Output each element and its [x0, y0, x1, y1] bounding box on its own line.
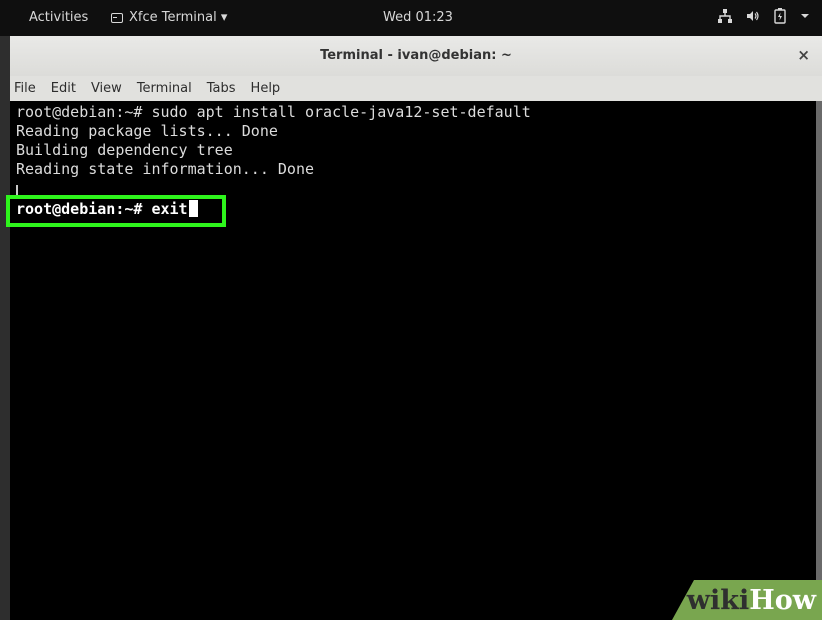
terminal-output[interactable]: root@debian:~# sudo apt install oracle-j…	[6, 101, 816, 620]
menu-terminal[interactable]: Terminal	[137, 81, 192, 96]
volume-icon	[746, 9, 760, 23]
terminal-line: Reading state information... Done	[16, 160, 315, 178]
chevron-down-icon	[800, 12, 810, 20]
terminal-icon	[111, 12, 123, 23]
menu-view[interactable]: View	[91, 81, 122, 96]
screen: Activities Xfce Terminal ▾ Wed 01:23 Ter…	[0, 0, 822, 620]
top-bar: Activities Xfce Terminal ▾ Wed 01:23	[0, 0, 822, 36]
prompt-marker	[16, 185, 18, 195]
system-tray[interactable]	[718, 8, 810, 24]
menu-file[interactable]: File	[14, 81, 36, 96]
network-icon	[718, 9, 732, 23]
menu-bar: File Edit View Terminal Tabs Help	[10, 76, 822, 101]
terminal-window: Terminal - ivan@debian: ~ × File Edit Vi…	[6, 36, 822, 620]
app-menu-label: Xfce Terminal ▾	[129, 10, 228, 25]
window-titlebar[interactable]: Terminal - ivan@debian: ~ ×	[10, 36, 822, 76]
terminal-line: Building dependency tree	[16, 141, 233, 159]
clock[interactable]: Wed 01:23	[383, 10, 453, 25]
current-command: root@debian:~# exit	[16, 200, 188, 218]
close-button[interactable]: ×	[797, 46, 810, 64]
menu-help[interactable]: Help	[251, 81, 281, 96]
terminal-line: root@debian:~# sudo apt install oracle-j…	[16, 103, 531, 121]
menu-edit[interactable]: Edit	[51, 81, 76, 96]
text-cursor	[188, 200, 198, 217]
activities-button[interactable]: Activities	[29, 10, 88, 25]
scrollbar[interactable]	[816, 101, 822, 620]
menu-tabs[interactable]: Tabs	[207, 81, 236, 96]
watermark-text: wikiHow	[686, 585, 816, 616]
wikihow-watermark: wikiHow	[672, 580, 822, 620]
app-menu[interactable]: Xfce Terminal ▾	[111, 10, 227, 25]
current-command-line: root@debian:~# exit	[16, 200, 198, 219]
terminal-line: Reading package lists... Done	[16, 122, 278, 140]
window-title: Terminal - ivan@debian: ~	[320, 48, 512, 63]
battery-icon	[774, 8, 786, 24]
